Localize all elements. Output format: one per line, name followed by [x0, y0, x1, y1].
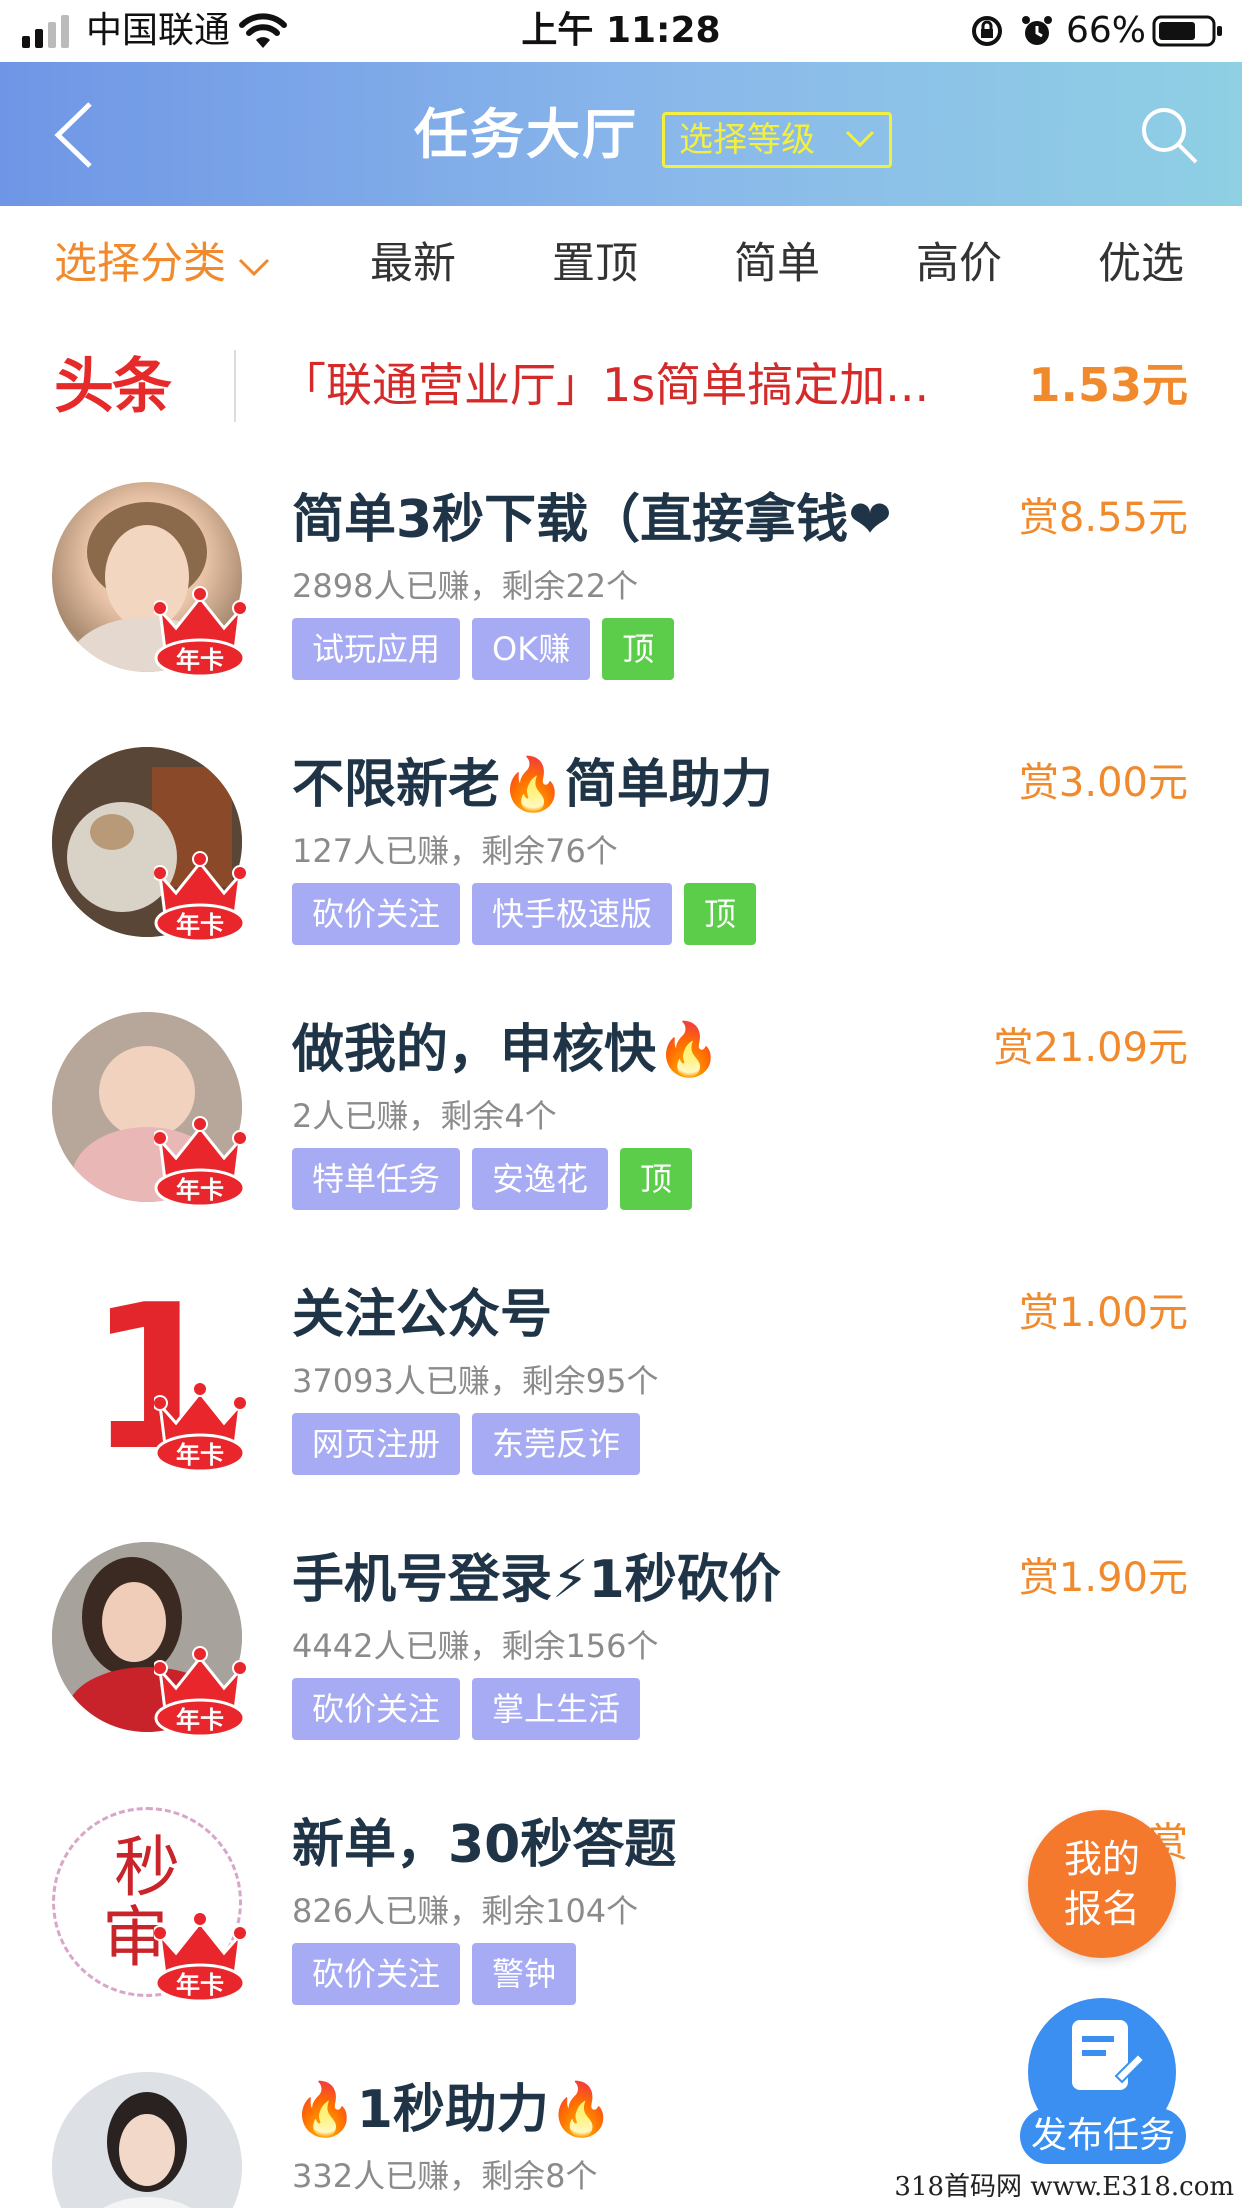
tag: 特单任务	[292, 1148, 461, 1210]
tag-list: 特单任务 安逸花 顶	[292, 1148, 693, 1210]
pinned-tag: 顶	[620, 1148, 693, 1210]
tag: 警钟	[472, 1943, 577, 2005]
task-reward: 赏8.55元	[1018, 495, 1188, 541]
stamp-char: 秒	[114, 1829, 180, 1906]
tag: 东莞反诈	[472, 1413, 641, 1475]
clock: 上午 11:28	[521, 10, 721, 51]
task-stats: 4442人已赚，剩余156个	[292, 1627, 659, 1665]
select-level-button[interactable]: 选择等级	[662, 112, 892, 168]
signup-label-line1: 我的	[1063, 1837, 1140, 1881]
tag-list: 砍价关注 警钟	[292, 1943, 577, 2005]
task-item[interactable]: 年卡 简单3秒下载（直接拿钱❤ 赏8.55元 2898人已赚，剩余22个 试玩应…	[0, 470, 1242, 735]
battery-percent: 66%	[1066, 10, 1147, 51]
task-item[interactable]: 年卡 手机号登录⚡1秒砍价 赏1.90元 4442人已赚，剩余156个 砍价关注…	[0, 1530, 1242, 1795]
tag-list: 试玩应用 OK赚 顶	[292, 618, 675, 680]
badge-label: 年卡	[176, 1971, 224, 1999]
task-reward: 赏1.90元	[1018, 1555, 1188, 1601]
crown-badge-icon: 年卡	[154, 1911, 246, 2003]
task-reward: 赏3.00元	[1018, 760, 1188, 806]
task-title: 关注公众号	[292, 1285, 553, 1345]
signup-label-line2: 报名	[1063, 1887, 1140, 1931]
tab-newest[interactable]: 最新	[370, 236, 456, 292]
crown-badge-icon: 年卡	[154, 1646, 246, 1738]
tag-list: 网页注册 东莞反诈	[292, 1413, 641, 1475]
pinned-tag: 顶	[684, 883, 757, 945]
search-icon[interactable]	[1138, 104, 1200, 166]
tag: 试玩应用	[292, 618, 461, 680]
page-title: 任务大厅	[414, 103, 638, 166]
status-bar: 中国联通 上午 11:28 66%	[0, 0, 1242, 62]
task-stats: 2人已赚，剩余4个	[292, 1097, 557, 1135]
back-arrow-icon[interactable]	[50, 100, 100, 170]
nav-bar: 任务大厅 选择等级	[0, 62, 1242, 206]
task-title: 手机号登录⚡1秒砍价	[292, 1550, 781, 1610]
task-stats: 332人已赚，剩余8个	[292, 2157, 598, 2195]
tag: 砍价关注	[292, 1678, 461, 1740]
crown-badge-icon: 年卡	[154, 586, 246, 678]
tag-list: 砍价关注 掌上生活	[292, 1678, 641, 1740]
headline-banner[interactable]: 头条 「联通营业厅」1s简单搞定加... 1.53元	[0, 322, 1242, 446]
crown-badge-icon: 年卡	[154, 851, 246, 943]
battery-icon	[1152, 15, 1222, 47]
filter-tabs: 选择分类 最新 置顶 简单 高价 优选	[0, 206, 1242, 322]
task-stats: 2898人已赚，剩余22个	[292, 567, 639, 605]
chevron-down-icon	[845, 130, 875, 148]
task-stats: 826人已赚，剩余104个	[292, 1892, 639, 1930]
alarm-icon	[1022, 16, 1052, 45]
task-item[interactable]: 年卡 做我的，申核快🔥 赏21.09元 2人已赚，剩余4个 特单任务 安逸花 顶	[0, 1000, 1242, 1265]
category-dropdown[interactable]: 选择分类	[54, 236, 270, 292]
watermark: 318首码网 www.E318.com	[894, 2172, 1234, 2202]
portrait-image	[52, 2072, 242, 2208]
tag: OK赚	[472, 618, 591, 680]
tag: 砍价关注	[292, 883, 461, 945]
badge-label: 年卡	[176, 911, 224, 939]
task-title: 做我的，申核快🔥	[292, 1020, 721, 1080]
task-title: 🔥1秒助力🔥	[292, 2080, 614, 2140]
task-item[interactable]: 1 年卡 关注公众号 赏1.00元 37093人已赚，剩余95个 网页注册 东莞…	[0, 1265, 1242, 1530]
divider	[234, 350, 236, 422]
headline-text: 「联通营业厅」1s简单搞定加...	[280, 358, 930, 412]
task-stats: 127人已赚，剩余76个	[292, 832, 618, 870]
task-reward: 赏1.00元	[1018, 1290, 1188, 1336]
task-reward: 赏21.09元	[993, 1025, 1188, 1071]
task-title: 新单，30秒答题	[292, 1815, 677, 1875]
task-stats: 37093人已赚，剩余95个	[292, 1362, 659, 1400]
badge-label: 年卡	[176, 1441, 224, 1469]
tab-simple[interactable]: 简单	[734, 236, 820, 292]
badge-label: 年卡	[176, 1176, 224, 1204]
tag: 网页注册	[292, 1413, 461, 1475]
tab-high-price[interactable]: 高价	[916, 236, 1002, 292]
tag-list: 砍价关注 快手极速版 顶	[292, 883, 757, 945]
rotation-lock-icon	[972, 16, 1002, 46]
headline-price: 1.53元	[1028, 358, 1189, 412]
tag: 快手极速版	[472, 883, 673, 945]
select-level-label: 选择等级	[679, 120, 815, 160]
tag: 砍价关注	[292, 1943, 461, 2005]
avatar	[52, 2072, 242, 2208]
headline-logo: 头条	[54, 352, 172, 422]
badge-label: 年卡	[176, 1706, 224, 1734]
publish-task-label[interactable]: 发布任务	[1020, 2108, 1186, 2164]
tag: 安逸花	[472, 1148, 609, 1210]
category-label: 选择分类	[54, 239, 226, 289]
tab-pinned[interactable]: 置顶	[552, 236, 638, 292]
tag: 掌上生活	[472, 1678, 641, 1740]
task-title: 简单3秒下载（直接拿钱❤	[292, 490, 892, 550]
task-title: 不限新老🔥简单助力	[292, 755, 773, 815]
document-edit-icon	[1072, 2020, 1146, 2090]
tab-featured[interactable]: 优选	[1098, 236, 1184, 292]
task-item[interactable]: 年卡 不限新老🔥简单助力 赏3.00元 127人已赚，剩余76个 砍价关注 快手…	[0, 735, 1242, 1000]
pinned-tag: 顶	[602, 618, 675, 680]
badge-label: 年卡	[176, 646, 224, 674]
chevron-down-icon	[238, 258, 270, 276]
my-signup-button[interactable]: 我的 报名	[1028, 1810, 1176, 1958]
crown-badge-icon: 年卡	[154, 1381, 246, 1473]
crown-badge-icon: 年卡	[154, 1116, 246, 1208]
